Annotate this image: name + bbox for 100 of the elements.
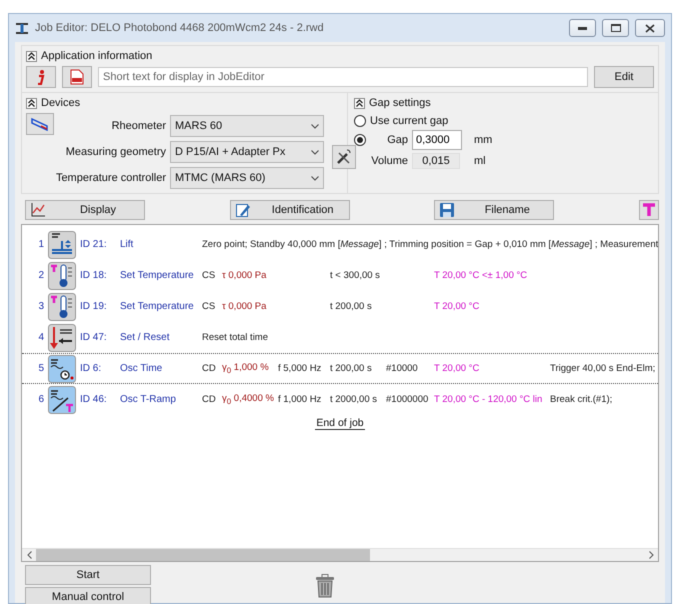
thermometer-icon	[48, 262, 76, 290]
step-number: 1	[37, 239, 45, 250]
radio-button[interactable]	[354, 115, 366, 127]
step-id: ID 19:	[79, 301, 108, 312]
step-description: Zero point; Standby 40,000 mm [Message] ; Trimming position = Gap + 0,010 mm [Message] ; Measurement	[202, 239, 658, 250]
mode-text: CD	[202, 363, 216, 374]
edit-button[interactable]: Edit	[594, 66, 654, 88]
count-text: #10000	[386, 363, 418, 374]
mode-text: CS	[202, 301, 216, 312]
condition-text: Trigger 40,00 s End-Elm;	[550, 363, 656, 374]
step-name: Set / Reset	[120, 332, 170, 343]
scroll-left-icon[interactable]	[26, 551, 32, 559]
duration-text: t < 300,00 s	[330, 270, 380, 281]
notepad-icon	[234, 202, 251, 218]
unit-text: mm	[474, 134, 492, 146]
collapse-icon[interactable]	[26, 50, 37, 62]
job-step-row[interactable]: 3 ID 19: Set Temperature CS τ 0,000 Pa t 200,00 s T 20,00 °C	[22, 291, 658, 322]
collapse-icon[interactable]	[26, 98, 37, 108]
step-name: Osc Time	[120, 363, 164, 374]
identification-button[interactable]: Identification	[230, 200, 350, 220]
lift-icon	[48, 230, 76, 258]
temperature-button[interactable]	[638, 200, 659, 220]
tools-button[interactable]	[332, 145, 356, 169]
section-title: Application information	[41, 50, 152, 62]
chevron-down-icon	[311, 150, 319, 154]
duration-text: t 2000,00 s	[330, 394, 378, 405]
amplitude-text: τ 0,000 Pa	[222, 301, 266, 312]
display-button[interactable]: Display	[25, 200, 145, 220]
step-name: Osc T-Ramp	[120, 394, 177, 405]
section-title: Gap settings	[369, 97, 431, 109]
step-description: Reset total time	[202, 332, 268, 343]
amplitude-text: γ$_{0}$ 1,000 %	[222, 362, 269, 374]
duration-text: t 200,00 s	[330, 301, 372, 312]
short-text-field[interactable]: Short text for display in JobEditor	[98, 67, 588, 87]
frequency-text: f 1,000 Hz	[278, 394, 322, 405]
geometry-icon	[31, 117, 49, 131]
field-label: Temperature controller	[54, 172, 166, 184]
mode-text: CS	[202, 270, 216, 281]
info-icon	[37, 70, 45, 84]
horizontal-scrollbar[interactable]	[22, 548, 658, 561]
collapse-icon[interactable]	[354, 98, 365, 108]
field-label: Gap	[386, 134, 408, 146]
t-shape-icon	[642, 203, 656, 217]
step-id: ID 6:	[79, 363, 102, 374]
pdf-icon	[70, 69, 84, 85]
step-number: 5	[37, 363, 45, 374]
save-icon	[439, 202, 456, 218]
action-button[interactable]: Manual control	[25, 587, 151, 604]
minimize-button[interactable]	[569, 19, 596, 37]
action-button[interactable]: Start	[25, 565, 151, 585]
temperature-text: T 20,00 °C	[434, 301, 480, 312]
close-icon	[645, 24, 655, 32]
oscillation-clock-icon	[48, 354, 76, 382]
step-name: Set Temperature	[120, 301, 195, 312]
window-title: Job Editor: DELO Photobond 4468 200mWcm2 24s - 2.rwd	[35, 22, 325, 34]
unit-text: ml	[474, 155, 486, 167]
filename-button[interactable]: Filename	[434, 200, 554, 220]
chart-icon	[30, 202, 46, 218]
temperature-text: T 20,00 °C <± 1,00 °C	[434, 270, 528, 281]
job-step-row[interactable]: 4 ID 47: Set / Reset Reset total time	[22, 322, 658, 353]
dropdown[interactable]: MTMC (MARS 60)	[170, 167, 324, 189]
app-icon	[15, 22, 29, 34]
maximize-button[interactable]	[602, 19, 629, 37]
field-label: Volume	[370, 155, 408, 167]
geometry-button[interactable]	[26, 113, 54, 135]
minimize-icon	[578, 26, 587, 30]
duration-text: t 200,00 s	[330, 363, 372, 374]
radio-button[interactable]	[354, 134, 366, 146]
gap-field[interactable]: 0,3000	[412, 130, 462, 150]
trash-icon[interactable]	[315, 574, 335, 598]
step-id: ID 21:	[79, 239, 108, 250]
mode-text: CD	[202, 394, 216, 405]
close-button[interactable]	[635, 19, 665, 37]
maximize-icon	[610, 24, 620, 32]
field-label: Rheometer	[110, 120, 166, 132]
step-id: ID 47:	[79, 332, 108, 343]
oscillation-ramp-icon	[48, 386, 76, 414]
count-text: #1000000	[386, 394, 428, 405]
thermometer-icon	[48, 292, 76, 320]
radio-label: Use current gap	[370, 115, 448, 127]
step-number: 3	[37, 301, 45, 312]
step-id: ID 18:	[79, 270, 108, 281]
job-step-row[interactable]: 1 ID 21: Lift Zero point; Standby 40,000 mm [Message] ; Trimming position = Gap + 0,010 mm [Message] ; Measurement	[22, 229, 658, 260]
scroll-right-icon[interactable]	[648, 551, 654, 559]
field-label: Measuring geometry	[64, 146, 166, 158]
step-number: 6	[37, 394, 45, 405]
end-of-job-text: End of job	[315, 417, 365, 430]
step-number: 2	[37, 270, 45, 281]
job-step-row[interactable]: 2 ID 18: Set Temperature CS τ 0,000 Pa t < 300,00 s T 20,00 °C <± 1,00 °C	[22, 260, 658, 291]
job-step-row[interactable]: 5 ID 6: Osc Time CD γ$_{0}$ 1,000 % f 5,000 Hz t 200,00 s #10000 T 20,00 °C Trigger 40,00 s End-Elm;	[22, 353, 658, 384]
step-number: 4	[37, 332, 45, 343]
step-id: ID 46:	[79, 394, 108, 405]
info-button[interactable]	[26, 66, 56, 88]
job-step-row[interactable]: 6 ID 46: Osc T-Ramp CD γ$_{0}$ 0,4000 % f 1,000 Hz t 2000,00 s #1000000 T 20,00 °C - 120,00 °C lin Break crit.(#1);	[22, 384, 658, 415]
section-title: Devices	[41, 97, 80, 109]
temperature-text: T 20,00 °C	[434, 363, 480, 374]
pdf-button[interactable]	[62, 66, 92, 88]
dropdown[interactable]: MARS 60	[170, 115, 324, 137]
step-name: Lift	[120, 239, 134, 250]
dropdown[interactable]: D P15/AI + Adapter Px	[170, 141, 324, 163]
